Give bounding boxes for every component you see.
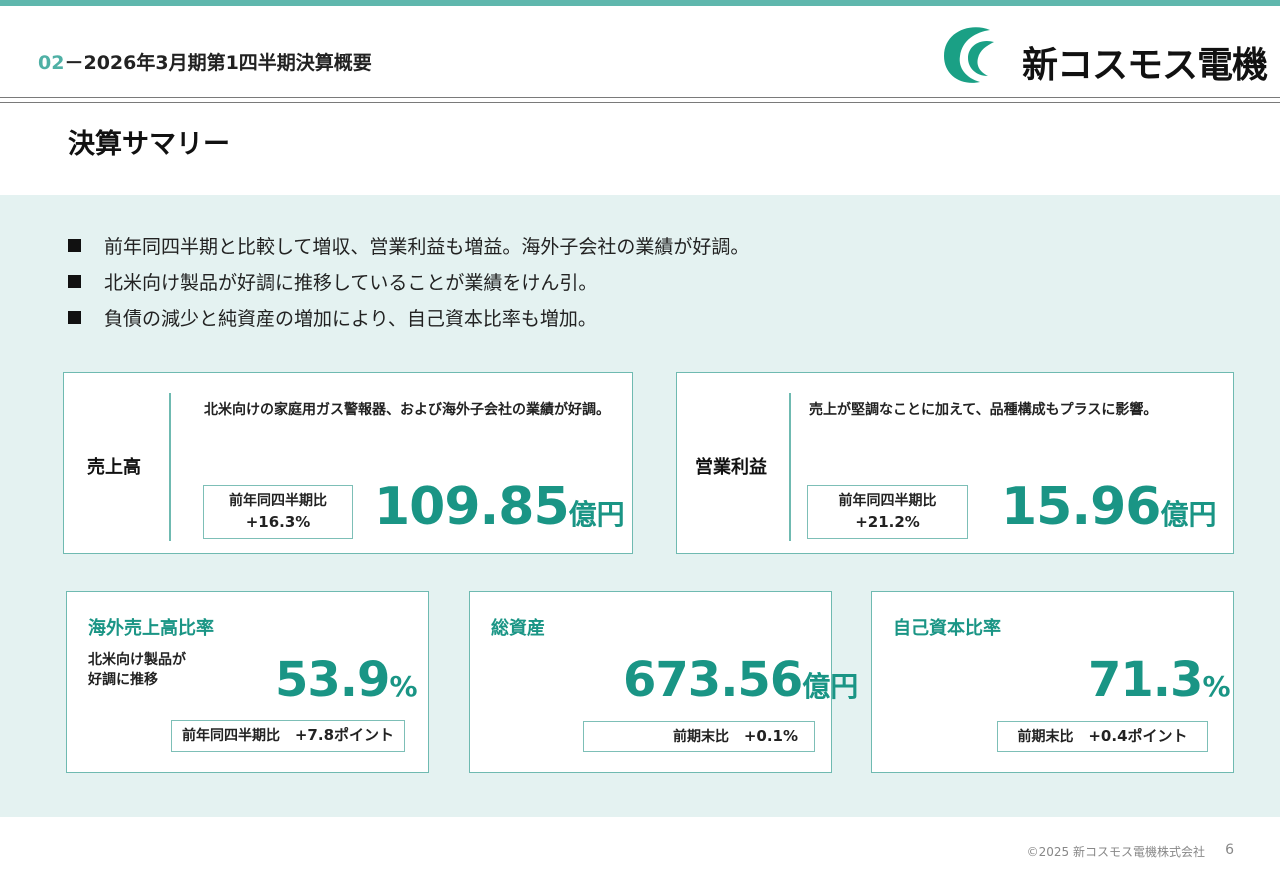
operating-income-unit: 億円	[1160, 498, 1217, 531]
total-assets-comparison-label: 前期末比	[672, 729, 729, 745]
section-title: 02－2026年3月期第1四半期決算概要	[38, 48, 372, 75]
square-bullet-icon	[68, 275, 81, 288]
overseas-ratio-card: 海外売上高比率 北米向け製品が 好調に推移 53.9% 前年同四半期比 +7.8…	[66, 591, 429, 773]
equity-ratio-value: 71.3%	[1088, 652, 1231, 708]
card-divider	[169, 393, 171, 541]
overseas-ratio-comparison-value: +7.8ポイント	[294, 726, 395, 744]
equity-ratio-number: 71.3	[1088, 652, 1203, 708]
header-divider	[0, 97, 1280, 103]
operating-income-card: 営業利益 売上が堅調なことに加えて、品種構成もプラスに影響。 前年同四半期比 +…	[676, 372, 1234, 554]
sales-comparison-box: 前年同四半期比 +16.3%	[203, 485, 353, 539]
sales-comparison-value: +16.3%	[245, 513, 311, 531]
bullet-item: 前年同四半期と比較して増収、営業利益も増益。海外子会社の業績が好調。	[68, 229, 749, 265]
footer-copyright: ©2025 新コスモス電機株式会社	[1027, 843, 1205, 860]
total-assets-value: 673.56億円	[623, 652, 858, 708]
section-number: 02	[38, 52, 65, 74]
company-logo: 新コスモス電機	[940, 22, 1268, 86]
bullet-item: 北米向け製品が好調に推移していることが業績をけん引。	[68, 265, 749, 301]
overseas-ratio-number: 53.9	[275, 652, 390, 708]
overseas-ratio-comparison-box: 前年同四半期比 +7.8ポイント	[171, 720, 405, 752]
equity-ratio-comparison-value: +0.4ポイント	[1088, 727, 1188, 745]
operating-income-number: 15.96	[1001, 477, 1161, 537]
sales-value: 109.85億円	[374, 477, 625, 537]
bullet-item: 負債の減少と純資産の増加により、自己資本比率も増加。	[68, 301, 749, 337]
overseas-ratio-note: 北米向け製品が 好調に推移	[88, 650, 186, 690]
page-number: 6	[1225, 842, 1234, 858]
total-assets-label: 総資産	[491, 618, 545, 639]
summary-bullets: 前年同四半期と比較して増収、営業利益も増益。海外子会社の業績が好調。 北米向け製…	[68, 229, 749, 337]
overseas-ratio-unit: %	[389, 670, 418, 703]
equity-ratio-card: 自己資本比率 71.3% 前期末比 +0.4ポイント	[871, 591, 1234, 773]
overseas-ratio-comparison-label: 前年同四半期比	[181, 728, 280, 744]
total-assets-number: 673.56	[623, 652, 803, 708]
card-divider	[789, 393, 791, 541]
sales-card: 売上高 北米向けの家庭用ガス警報器、および海外子会社の業績が好調。 前年同四半期…	[63, 372, 633, 554]
slide-header: 02－2026年3月期第1四半期決算概要 新コスモス電機	[0, 6, 1280, 98]
sales-comparison-label: 前年同四半期比	[229, 493, 327, 509]
total-assets-comparison-value: +0.1%	[743, 727, 798, 745]
bullet-text: 前年同四半期と比較して増収、営業利益も増益。海外子会社の業績が好調。	[104, 236, 750, 258]
equity-ratio-comparison-box: 前期末比 +0.4ポイント	[997, 721, 1208, 752]
logo-text: 新コスモス電機	[1022, 45, 1268, 86]
overseas-ratio-note-line: 好調に推移	[88, 672, 158, 688]
operating-income-comparison-value: +21.2%	[855, 513, 920, 531]
overseas-ratio-label: 海外売上高比率	[88, 618, 214, 639]
operating-income-comparison-box: 前年同四半期比 +21.2%	[807, 485, 968, 539]
overseas-ratio-note-line: 北米向け製品が	[88, 652, 186, 668]
copyright-text: ©2025 新コスモス電機株式会社	[1026, 845, 1205, 859]
operating-income-comparison-label: 前年同四半期比	[838, 493, 937, 509]
section-separator: －	[64, 52, 84, 74]
operating-income-description: 売上が堅調なことに加えて、品種構成もプラスに影響。	[809, 402, 1158, 418]
sales-label: 売上高	[87, 457, 141, 478]
overseas-ratio-value: 53.9%	[275, 652, 418, 708]
equity-ratio-comparison-label: 前期末比	[1017, 729, 1074, 745]
operating-income-value: 15.96億円	[1001, 477, 1217, 537]
total-assets-comparison-box: 前期末比 +0.1%	[583, 721, 815, 752]
equity-ratio-unit: %	[1202, 670, 1231, 703]
bullet-text: 負債の減少と純資産の増加により、自己資本比率も増加。	[104, 308, 597, 330]
square-bullet-icon	[68, 311, 81, 324]
square-bullet-icon	[68, 239, 81, 252]
bullet-text: 北米向け製品が好調に推移していることが業績をけん引。	[104, 272, 598, 294]
sales-unit: 億円	[568, 498, 625, 531]
equity-ratio-label: 自己資本比率	[893, 618, 1001, 639]
sales-number: 109.85	[374, 477, 570, 537]
section-title-text: 2026年3月期第1四半期決算概要	[83, 52, 372, 74]
cosmos-logo-icon	[944, 27, 994, 83]
sales-description: 北米向けの家庭用ガス警報器、および海外子会社の業績が好調。	[204, 402, 610, 418]
operating-income-label: 営業利益	[695, 457, 767, 478]
total-assets-card: 総資産 673.56億円 前期末比 +0.1%	[469, 591, 858, 773]
total-assets-unit: 億円	[802, 670, 859, 703]
page-title: 決算サマリー	[68, 129, 230, 160]
